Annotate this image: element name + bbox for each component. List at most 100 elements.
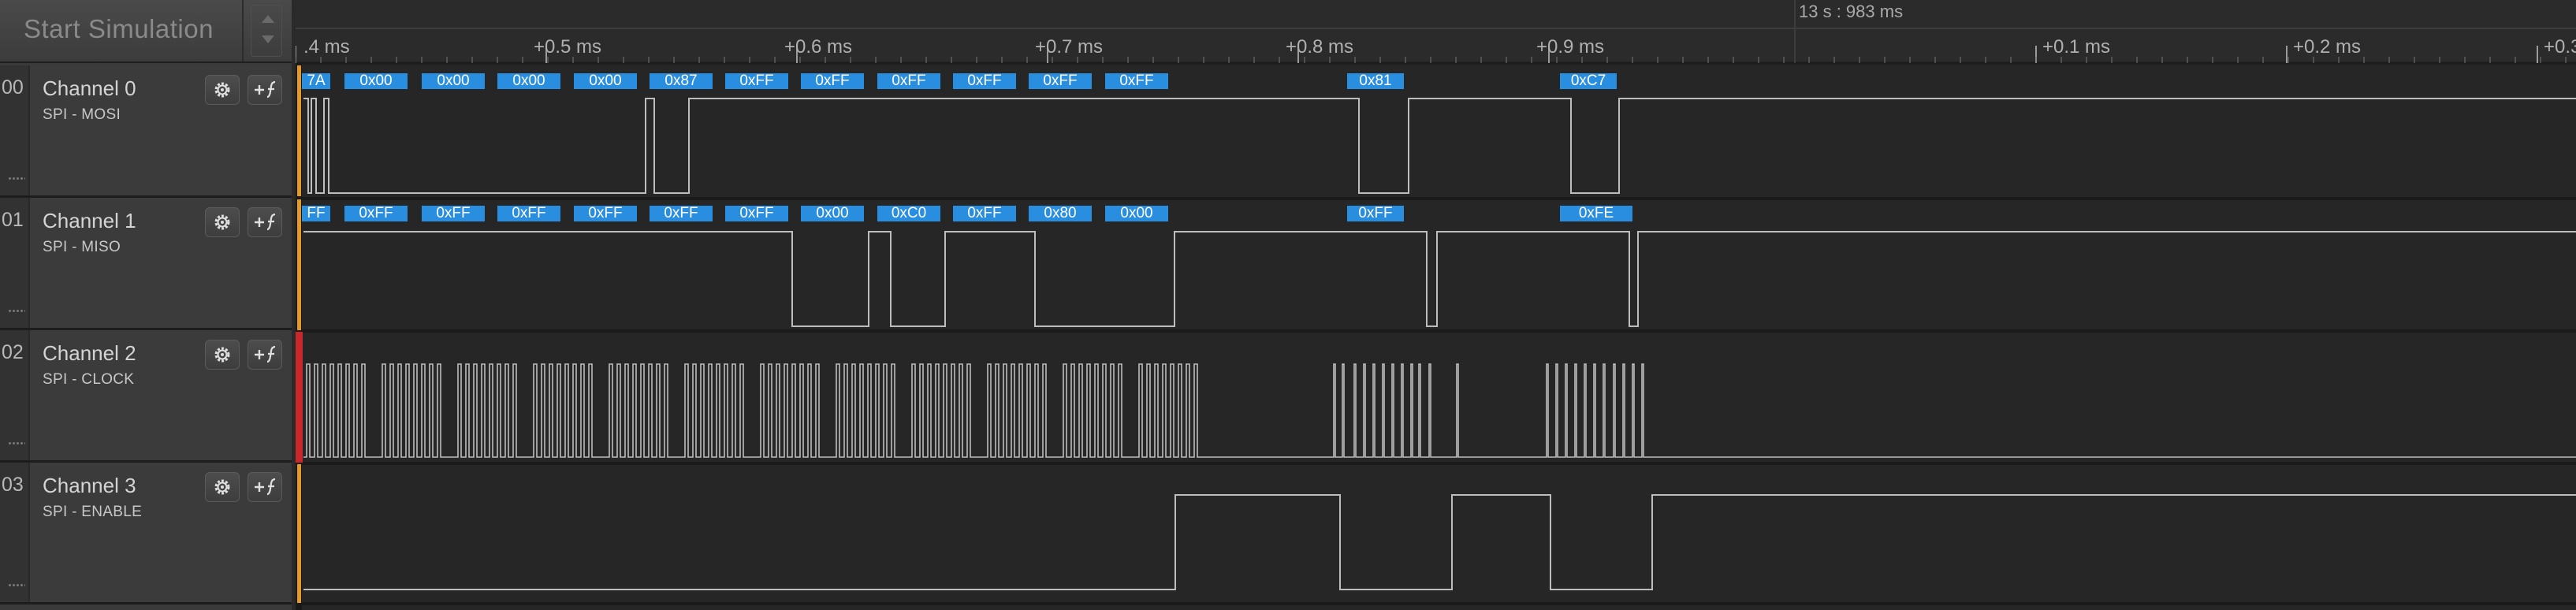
decoded-byte-label[interactable]: 0xFF xyxy=(574,206,637,221)
waveform-canvas[interactable] xyxy=(296,0,2576,610)
decoded-byte-label[interactable]: 0xFF xyxy=(422,206,485,221)
decoded-byte-label[interactable]: 0xFF xyxy=(953,206,1016,221)
decoded-byte-label[interactable]: 7A xyxy=(302,73,330,89)
channel-analyzer-label: SPI - CLOCK xyxy=(43,371,135,388)
time-tick-label: .4 ms xyxy=(303,36,350,58)
add-function-icon xyxy=(255,345,276,363)
channel-number: 03 xyxy=(2,474,24,496)
decoded-byte-label[interactable]: 0x00 xyxy=(344,73,408,89)
decoded-byte-label[interactable]: 0xFF xyxy=(953,73,1016,89)
start-simulation-label: Start Simulation xyxy=(24,14,214,43)
ruler-time-label: 13 s : 983 ms xyxy=(1799,2,1904,21)
decoded-byte-label[interactable]: 0xFF xyxy=(344,206,408,221)
time-ruler xyxy=(296,0,2576,63)
channel-row-2[interactable]: 02 Channel 2 SPI - CLOCK xyxy=(0,330,292,463)
time-tick-label: +0.6 ms xyxy=(784,36,853,58)
chevron-up-icon[interactable] xyxy=(262,15,274,23)
decoded-byte-label[interactable]: 0xFF xyxy=(725,206,788,221)
channel-index: 03 xyxy=(0,463,30,602)
time-tick-label: +0.9 ms xyxy=(1536,36,1605,58)
channel-name[interactable]: Channel 2 xyxy=(43,341,136,366)
decoded-byte-label[interactable]: 0x80 xyxy=(1029,206,1092,221)
channel-number: 02 xyxy=(2,341,24,363)
cursor-marker-ch1 xyxy=(297,199,301,330)
channel-index: 00 xyxy=(0,65,30,195)
decoded-byte-label[interactable]: 0x00 xyxy=(497,73,560,89)
decoded-byte-label[interactable]: 0xFF xyxy=(1029,73,1092,89)
gear-icon xyxy=(214,347,230,363)
gear-icon xyxy=(214,214,230,230)
channel-index: 02 xyxy=(0,330,30,460)
add-function-icon xyxy=(255,478,276,496)
channel-analyzer-label: SPI - MOSI xyxy=(43,106,121,123)
cursor-marker-ch3 xyxy=(297,464,301,603)
clock-trace xyxy=(303,363,2576,458)
chevron-down-icon[interactable] xyxy=(262,35,274,43)
channel-name[interactable]: Channel 1 xyxy=(43,209,136,233)
add-analyzer-button[interactable] xyxy=(248,472,282,502)
decoded-byte-label[interactable]: 0x00 xyxy=(801,206,864,221)
channel-separator xyxy=(296,329,2576,333)
gear-icon xyxy=(214,479,230,495)
decoded-byte-label[interactable]: 0xFF xyxy=(801,73,864,89)
toolbar-divider xyxy=(242,0,244,61)
simulation-stepper[interactable] xyxy=(251,5,282,57)
channel-name[interactable]: Channel 3 xyxy=(43,474,136,498)
decoded-byte-label[interactable]: 0x00 xyxy=(574,73,637,89)
channel-name[interactable]: Channel 0 xyxy=(43,76,136,101)
drag-handle-icon[interactable] xyxy=(8,177,25,181)
channel-analyzer-label: SPI - ENABLE xyxy=(43,504,143,520)
cursor-marker-ch2 xyxy=(296,332,303,463)
decoded-byte-label[interactable]: 0xFF xyxy=(725,73,788,89)
start-simulation-button[interactable]: Start Simulation xyxy=(0,0,292,63)
enable-trace xyxy=(303,494,2576,590)
channel-analyzer-label: SPI - MISO xyxy=(43,239,121,255)
decoded-byte-label[interactable]: 0xFF xyxy=(1105,73,1168,89)
decoded-byte-label[interactable]: FF xyxy=(302,206,330,221)
time-tick-label: +0.1 ms xyxy=(2042,36,2111,58)
decoded-byte-label[interactable]: 0xFF xyxy=(877,73,940,89)
decoded-byte-label[interactable]: 0x87 xyxy=(650,73,713,89)
channel-row-3[interactable]: 03 Channel 3 SPI - ENABLE xyxy=(0,463,292,604)
add-analyzer-button[interactable] xyxy=(248,207,282,237)
decoded-byte-label[interactable]: 0xFF xyxy=(497,206,560,221)
decoded-byte-label[interactable]: 0x00 xyxy=(422,73,485,89)
decoded-byte-label[interactable]: 0xFF xyxy=(1347,206,1404,221)
time-tick-label: +0.7 ms xyxy=(1035,36,1104,58)
channel-settings-button[interactable] xyxy=(205,207,240,237)
channel-sidebar: Start Simulation 00 Channel 0 SPI - MOSI xyxy=(0,0,292,610)
decoded-byte-label[interactable]: 0xFE xyxy=(1560,206,1632,221)
channel-number: 00 xyxy=(2,76,24,99)
time-tick-label: +0.2 ms xyxy=(2293,36,2362,58)
miso-trace xyxy=(303,231,2576,327)
drag-handle-icon[interactable] xyxy=(8,309,25,314)
cursor-marker-ch0 xyxy=(297,65,301,196)
add-analyzer-button[interactable] xyxy=(248,340,282,370)
waveform-plot[interactable]: 13 s : 983 ms .4 ms +0.5 ms +0.6 ms +0.7… xyxy=(296,0,2576,610)
channel-row-0[interactable]: 00 Channel 0 SPI - MOSI xyxy=(0,65,292,198)
channel-number: 01 xyxy=(2,209,24,231)
channel-separator xyxy=(296,602,2576,605)
channel-separator xyxy=(296,462,2576,465)
channel-index: 01 xyxy=(0,198,30,328)
add-function-icon xyxy=(255,213,276,231)
time-tick-label: +0.8 ms xyxy=(1286,36,1354,58)
decoded-byte-label[interactable]: 0x81 xyxy=(1347,73,1404,89)
channel-settings-button[interactable] xyxy=(205,340,240,370)
channel-row-1[interactable]: 01 Channel 1 SPI - MISO xyxy=(0,198,292,330)
channel-separator xyxy=(296,197,2576,200)
decoded-byte-label[interactable]: 0xFF xyxy=(650,206,713,221)
decoded-byte-label[interactable]: 0x00 xyxy=(1105,206,1168,221)
drag-handle-icon[interactable] xyxy=(8,441,25,446)
add-analyzer-button[interactable] xyxy=(248,75,282,105)
decoded-byte-label[interactable]: 0xC0 xyxy=(877,206,940,221)
channel-settings-button[interactable] xyxy=(205,472,240,502)
decoded-byte-label[interactable]: 0xC7 xyxy=(1560,73,1617,89)
time-tick-label: +0.3 xyxy=(2544,36,2576,58)
drag-handle-icon[interactable] xyxy=(8,583,25,588)
channel-settings-button[interactable] xyxy=(205,75,240,105)
logic-analyzer-window: Start Simulation 00 Channel 0 SPI - MOSI xyxy=(0,0,2576,610)
mosi-trace xyxy=(303,98,2576,194)
add-function-icon xyxy=(255,80,276,99)
gear-icon xyxy=(214,82,230,98)
